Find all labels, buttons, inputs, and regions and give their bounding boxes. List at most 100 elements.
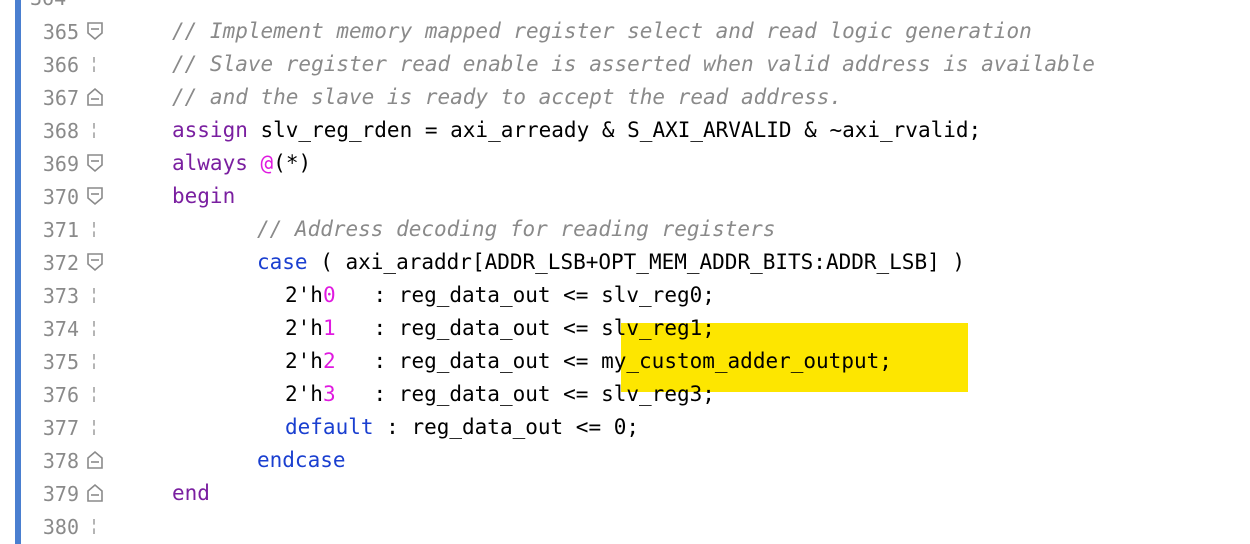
code-number: 1	[322, 316, 336, 340]
code-keyword: assign	[172, 118, 248, 142]
code-text[interactable]: 2'h3 : reg_data_out <= slv_reg3;	[285, 382, 715, 406]
fold-guide	[93, 519, 95, 534]
fold-collapse-icon[interactable]	[85, 21, 105, 41]
fold-guide	[93, 420, 95, 435]
line-number: 368	[42, 119, 79, 143]
code-line[interactable]: 374 2'h1 : reg_data_out <= slv_reg1;	[0, 312, 1250, 345]
code-text[interactable]: // and the slave is ready to accept the …	[172, 85, 842, 109]
code-comment: // Address decoding for reading register…	[257, 217, 776, 241]
code-text[interactable]: default : reg_data_out <= 0;	[285, 415, 639, 439]
code-keyword: default	[285, 415, 374, 439]
code-number: @	[260, 151, 274, 175]
fold-gutter	[83, 279, 107, 312]
fold-gutter[interactable]	[83, 147, 107, 180]
code-text[interactable]: assign slv_reg_rden = axi_arready & S_AX…	[172, 118, 981, 142]
code-line[interactable]: 377 default : reg_data_out <= 0;	[0, 411, 1250, 444]
code-text[interactable]: 2'h0 : reg_data_out <= slv_reg0;	[285, 283, 715, 307]
code-text[interactable]: // Implement memory mapped register sele…	[172, 19, 1032, 43]
code-token: (*)	[273, 151, 312, 175]
code-token: slv_reg_rden = axi_arready & S_AXI_ARVAL…	[247, 118, 982, 142]
code-comment: // Slave register read enable is asserte…	[172, 52, 1095, 76]
code-token: 2'h	[285, 349, 323, 373]
code-token: 2'h	[285, 316, 323, 340]
code-line[interactable]: 380	[0, 510, 1250, 543]
fold-guide	[93, 123, 95, 138]
code-comment: // Implement memory mapped register sele…	[172, 19, 1032, 43]
code-text[interactable]: // Address decoding for reading register…	[257, 217, 775, 241]
code-text[interactable]: 2'h2 : reg_data_out <= my_custom_adder_o…	[285, 349, 892, 373]
fold-guide	[93, 57, 95, 72]
code-text[interactable]: begin	[172, 184, 235, 208]
code-token: 2'h	[285, 382, 323, 406]
code-token: : reg_data_out <= 0;	[373, 415, 640, 439]
code-keyword: end	[172, 481, 210, 505]
code-text[interactable]: case ( axi_araddr[ADDR_LSB+OPT_MEM_ADDR_…	[257, 250, 965, 274]
code-line[interactable]: 365 // Implement memory mapped register s…	[0, 15, 1250, 48]
fold-collapse-icon[interactable]	[85, 186, 105, 206]
code-line[interactable]: 376 2'h3 : reg_data_out <= slv_reg3;	[0, 378, 1250, 411]
line-number: 371	[42, 218, 79, 242]
code-comment: // and the slave is ready to accept the …	[172, 85, 843, 109]
code-text[interactable]: end	[172, 481, 210, 505]
fold-gutter	[83, 345, 107, 378]
fold-guide	[93, 222, 95, 237]
fold-collapse-icon[interactable]	[85, 252, 105, 272]
fold-gutter	[83, 510, 107, 543]
line-number: 374	[42, 317, 79, 341]
fold-gutter[interactable]	[83, 477, 107, 510]
line-number: 380	[42, 515, 79, 539]
fold-gutter[interactable]	[83, 15, 107, 48]
code-token: 2'h	[285, 283, 323, 307]
fold-end-icon[interactable]	[85, 450, 105, 470]
fold-gutter[interactable]	[83, 444, 107, 477]
line-number: 379	[42, 482, 79, 506]
fold-gutter	[83, 312, 107, 345]
fold-gutter[interactable]	[83, 246, 107, 279]
code-line[interactable]: 370 begin	[0, 180, 1250, 213]
code-token: : reg_data_out <= slv_reg0;	[335, 283, 715, 307]
code-text[interactable]: endcase	[257, 448, 346, 472]
line-number: 370	[42, 185, 79, 209]
fold-gutter	[83, 213, 107, 246]
code-keyword: endcase	[257, 448, 346, 472]
code-line[interactable]: 369 always @(*)	[0, 147, 1250, 180]
code-line[interactable]: 371 // Address decoding for reading regis…	[0, 213, 1250, 246]
code-keyword: always	[172, 151, 248, 175]
code-keyword: begin	[172, 184, 236, 208]
code-token: : reg_data_out <= slv_reg3;	[335, 382, 715, 406]
code-keyword: case	[257, 250, 308, 274]
line-number: 375	[42, 350, 79, 374]
code-line[interactable]: 368 assign slv_reg_rden = axi_arready & S…	[0, 114, 1250, 147]
code-number: 2	[322, 349, 336, 373]
code-line[interactable]: 378 endcase	[0, 444, 1250, 477]
fold-gutter[interactable]	[83, 81, 107, 114]
code-token: : reg_data_out <= my_custom_adder_output…	[335, 349, 892, 373]
line-number: 367	[42, 86, 79, 110]
line-number: 369	[42, 152, 79, 176]
line-number: 365	[42, 20, 79, 44]
fold-end-icon[interactable]	[85, 483, 105, 503]
fold-guide	[93, 288, 95, 303]
fold-gutter	[83, 114, 107, 147]
line-number: 372	[42, 251, 79, 275]
code-line[interactable]: 372 case ( axi_araddr[ADDR_LSB+OPT_MEM_AD…	[0, 246, 1250, 279]
code-line[interactable]: 373 2'h0 : reg_data_out <= slv_reg0;	[0, 279, 1250, 312]
line-number: 377	[42, 416, 79, 440]
fold-gutter	[83, 378, 107, 411]
code-text[interactable]: 2'h1 : reg_data_out <= slv_reg1;	[285, 316, 715, 340]
code-text[interactable]: // Slave register read enable is asserte…	[172, 52, 1095, 76]
code-editor[interactable]: 365 // Implement memory mapped register s…	[0, 0, 1250, 544]
code-line[interactable]: 367 // and the slave is ready to accept t…	[0, 81, 1250, 114]
code-line[interactable]: 375 2'h2 : reg_data_out <= my_custom_adde…	[0, 345, 1250, 378]
fold-gutter[interactable]	[83, 180, 107, 213]
fold-guide	[93, 321, 95, 336]
line-number: 366	[42, 53, 79, 77]
code-line[interactable]: 366 // Slave register read enable is asse…	[0, 48, 1250, 81]
fold-collapse-icon[interactable]	[85, 153, 105, 173]
fold-gutter	[83, 411, 107, 444]
code-line[interactable]: 379 end	[0, 477, 1250, 510]
code-text[interactable]: always @(*)	[172, 151, 311, 175]
line-number: 378	[42, 449, 79, 473]
fold-end-icon[interactable]	[85, 87, 105, 107]
